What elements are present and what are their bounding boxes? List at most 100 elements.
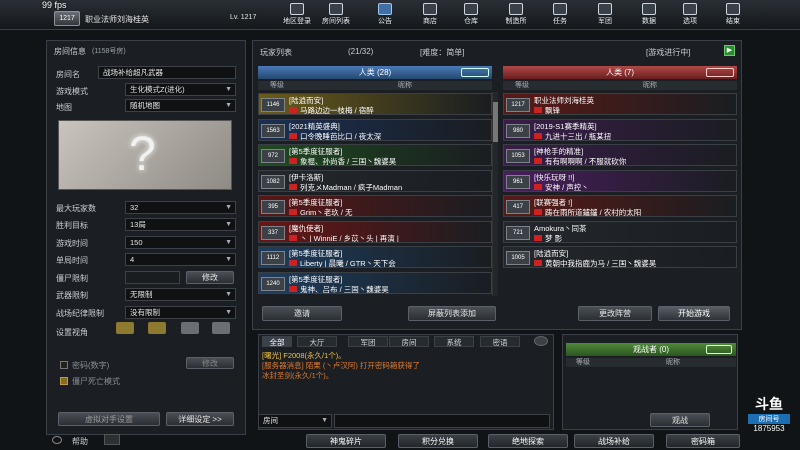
observe-button[interactable]: 观战 (650, 413, 710, 427)
right-player-level: 417 (506, 200, 530, 214)
clan-flag-icon (534, 107, 542, 113)
right-player-name: 飘锋 (545, 106, 560, 115)
nav-task[interactable]: 任务 (543, 2, 577, 29)
start-game-button[interactable]: 开始游戏 (658, 306, 730, 321)
chat-tab-3[interactable]: 房间 (389, 336, 429, 347)
zombie-remove-checkbox[interactable] (60, 377, 68, 385)
invite-button[interactable]: 邀请 (262, 306, 342, 321)
footer-button-1[interactable]: 积分兑换 (398, 434, 478, 448)
detail-settings-button[interactable]: 详细设定 >> (166, 412, 234, 426)
nav-region[interactable]: 地区登录 (280, 2, 314, 29)
view-option-2-icon[interactable] (148, 322, 166, 334)
play-icon[interactable]: ▶ (724, 45, 735, 56)
view-option-3-icon[interactable] (181, 322, 199, 334)
change-team-button[interactable]: 更改阵营 (578, 306, 652, 321)
watermark: 斗鱼 房间号 1875953 (740, 394, 798, 438)
swap-team-icon[interactable] (706, 345, 732, 354)
nav-workshop[interactable]: 制造所 (499, 2, 533, 29)
nav-label: 结束 (726, 18, 740, 25)
room-list-icon (329, 3, 343, 15)
nav-options[interactable]: 选项 (673, 2, 707, 29)
room-name-field[interactable]: 战场补给超凡武器 (98, 66, 236, 79)
discipline-limit-select[interactable]: 没有限制 ▼ (125, 306, 236, 319)
weapon-limit-select[interactable]: 无限制 ▼ (125, 288, 236, 301)
chevron-down-icon: ▼ (225, 204, 232, 211)
view-option-1-icon[interactable] (116, 322, 134, 334)
left-player-row[interactable]: 1082 [伊卡洛斯] 列克メMadman / 疯子Madman (258, 169, 492, 192)
nav-exit[interactable]: 结束 (716, 2, 750, 29)
footer-button-4[interactable]: 密码箱 (666, 434, 740, 448)
left-player-row[interactable]: 972 [第5季度征服者] 象棍、孙尚香 / 三国丶魏婆昊 (258, 144, 492, 166)
nav-room-list[interactable]: 房间列表 (319, 2, 353, 29)
zombie-limit-label: 僵尸限制 (56, 274, 88, 283)
left-player-row[interactable]: 1240 [第5季度征服者] 鬼神、吕布 / 三国丶魏婆昊 (258, 271, 492, 294)
round-time-select[interactable]: 4 ▼ (125, 253, 236, 266)
right-player-row[interactable]: 1217 职业法师刘海桂英 飘锋 (503, 93, 737, 115)
clan-flag-icon (289, 234, 297, 241)
chat-tab-1[interactable]: 大厅 (297, 336, 337, 347)
chat-input[interactable] (334, 414, 550, 428)
right-player-row[interactable]: 721 Amokura丶同茶梦 影 (503, 220, 737, 243)
eye-icon[interactable] (534, 336, 548, 346)
left-player-row[interactable]: 337 [魔仇使者] 丶 | WinniE / 乡苡丶头 | 再演 | (258, 220, 492, 243)
chat-tab-0[interactable]: 全部 (262, 336, 292, 347)
chevron-down-icon: ▼ (225, 221, 232, 228)
difficulty: [难度：简单] (420, 48, 465, 57)
right-player-row[interactable]: 961 [快乐玩呀 !!] 安神 / 声控丶 (503, 169, 737, 192)
password-modify-button[interactable]: 修改 (186, 357, 234, 369)
right-player-level: 1217 (506, 98, 530, 112)
chat-channel-select[interactable]: 房间 ▼ (258, 414, 332, 428)
nav-clan[interactable]: 军团 (588, 2, 622, 29)
clan-icon (598, 3, 612, 15)
nav-label: 数据 (642, 18, 656, 25)
right-player-row[interactable]: 1005 [陆逍而安] 黄朝中我指鹿为马 / 三国丶魏婆昊 (503, 246, 737, 268)
swap-team-icon[interactable] (706, 68, 734, 77)
round-time-value: 4 (130, 255, 135, 264)
game-time-select[interactable]: 150 ▼ (125, 236, 236, 249)
nav-warehouse[interactable]: 仓库 (454, 2, 488, 29)
search-icon[interactable] (104, 434, 120, 445)
chat-tab-2[interactable]: 军团 (348, 336, 388, 347)
win-target-value: 13局 (130, 220, 146, 229)
win-target-select[interactable]: 13局 ▼ (125, 218, 236, 231)
left-player-row[interactable]: 1563 [2021精英盛典] 口令晚睡芭比口 / 夜太深 (258, 118, 492, 141)
footer-button-2[interactable]: 绝地探索 (488, 434, 568, 448)
left-player-name: 鬼神、吕布 / 三国丶魏婆昊 (300, 284, 389, 294)
scrollbar-thumb[interactable] (493, 102, 498, 142)
left-player-row[interactable]: 1146 [陆逍而安] 马路边边一枝梅 / 宿醉 (258, 93, 492, 115)
footer-button-0[interactable]: 神鬼碎片 (306, 434, 386, 448)
help-icon[interactable] (52, 436, 62, 444)
chat-tab-5[interactable]: 密语 (480, 336, 520, 347)
watermark-brand: 斗鱼 (755, 396, 783, 412)
nav-shop[interactable]: 商店 (413, 2, 447, 29)
zombie-limit-modify-button[interactable]: 修改 (186, 271, 234, 284)
chat-tab-4[interactable]: 系统 (434, 336, 474, 347)
clan-flag-icon (289, 209, 297, 215)
swap-team-icon[interactable] (461, 68, 489, 77)
virtual-opponent-button[interactable]: 虚拟对手设置 (58, 412, 160, 426)
zombie-limit-field[interactable] (125, 271, 180, 284)
footer-button-3[interactable]: 战场补给 (574, 434, 654, 448)
password-checkbox[interactable] (60, 361, 68, 369)
nav-stats[interactable]: 数据 (632, 2, 666, 29)
left-player-row[interactable]: 395 [第5季度征服者] Grim丶老玖 / 无 (258, 195, 492, 217)
user-level-badge: 1217 (54, 11, 80, 26)
map-select[interactable]: 随机地图 ▼ (125, 99, 236, 112)
left-player-row[interactable]: 1112 [第5季度征服者] Liberty | 晨曦 / GTR丶天下会 (258, 246, 492, 268)
right-player-level: 961 (506, 174, 530, 189)
nav-announcement[interactable]: 公告 (368, 2, 402, 29)
clan-flag-icon (534, 209, 542, 215)
game-mode-select[interactable]: 生化模式Z(进化) ▼ (125, 83, 236, 96)
chevron-down-icon: ▼ (225, 291, 232, 298)
block-list-button[interactable]: 屏蔽列表添加 (408, 306, 496, 321)
right-player-row[interactable]: 417 [联赛强者 !] 踌在雨所道鑪鑪 / 农村的太阳 (503, 195, 737, 217)
max-players-select[interactable]: 32 ▼ (125, 201, 236, 214)
right-player-row[interactable]: 1053 [神枪手的精准] 有有啊啊啊 / 不服就砍你 (503, 144, 737, 166)
view-option-4-icon[interactable] (212, 322, 230, 334)
weapon-limit-value: 无限制 (130, 290, 153, 299)
shop-icon (423, 3, 437, 15)
right-player-row[interactable]: 980 [2019-S1赛季精英] 九进十三出 / 瓶某扭 (503, 118, 737, 141)
player-list-scrollbar[interactable] (492, 92, 498, 296)
room-info-header: 房间信息 (54, 47, 86, 56)
nav-label: 选项 (683, 18, 697, 25)
